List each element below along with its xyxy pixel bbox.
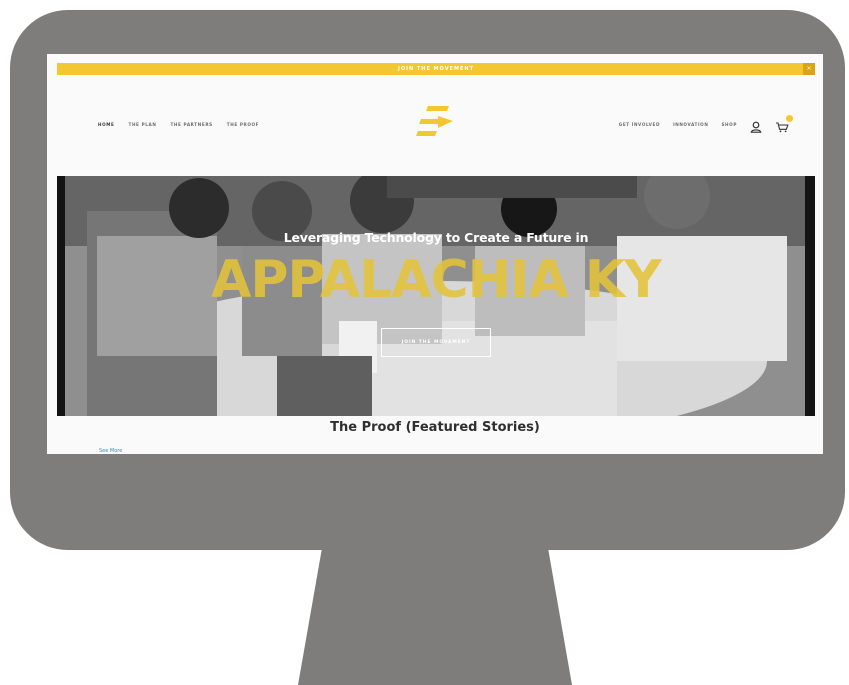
hero-title: APPALACHIA KY — [211, 250, 662, 310]
cart-count-badge — [786, 115, 793, 122]
nav-item-get-involved[interactable]: GET INVOLVED — [619, 122, 660, 127]
see-more-link[interactable]: See More — [99, 448, 122, 454]
close-icon[interactable]: × — [803, 63, 815, 75]
website-screen: JOIN THE MOVEMENT × HOME THE PLAN THE PA… — [47, 54, 823, 454]
featured-stories-title: The Proof (Featured Stories) — [330, 420, 540, 435]
nav-item-innovation[interactable]: INNOVATION — [673, 122, 708, 127]
nav-right-group: GET INVOLVED INNOVATION SHOP — [619, 114, 793, 134]
nav-item-shop[interactable]: SHOP — [721, 122, 737, 127]
hero-section: Leveraging Technology to Create a Future… — [57, 176, 815, 416]
nav-item-plan[interactable]: THE PLAN — [129, 122, 157, 127]
nav-item-home[interactable]: HOME — [98, 122, 115, 127]
join-movement-button[interactable]: JOIN THE MOVEMENT — [381, 328, 491, 357]
nav-left-group: HOME THE PLAN THE PARTNERS THE PROOF — [98, 114, 259, 134]
nav-item-partners[interactable]: THE PARTNERS — [170, 122, 212, 127]
announcement-text[interactable]: JOIN THE MOVEMENT — [57, 63, 815, 75]
cart-icon[interactable] — [775, 115, 793, 133]
lightning-bolt-logo[interactable] — [413, 106, 455, 140]
user-icon[interactable] — [750, 118, 762, 133]
nav-item-proof[interactable]: THE PROOF — [227, 122, 259, 127]
announcement-bar[interactable]: JOIN THE MOVEMENT × — [57, 63, 815, 75]
hero-subtitle: Leveraging Technology to Create a Future… — [283, 230, 589, 245]
